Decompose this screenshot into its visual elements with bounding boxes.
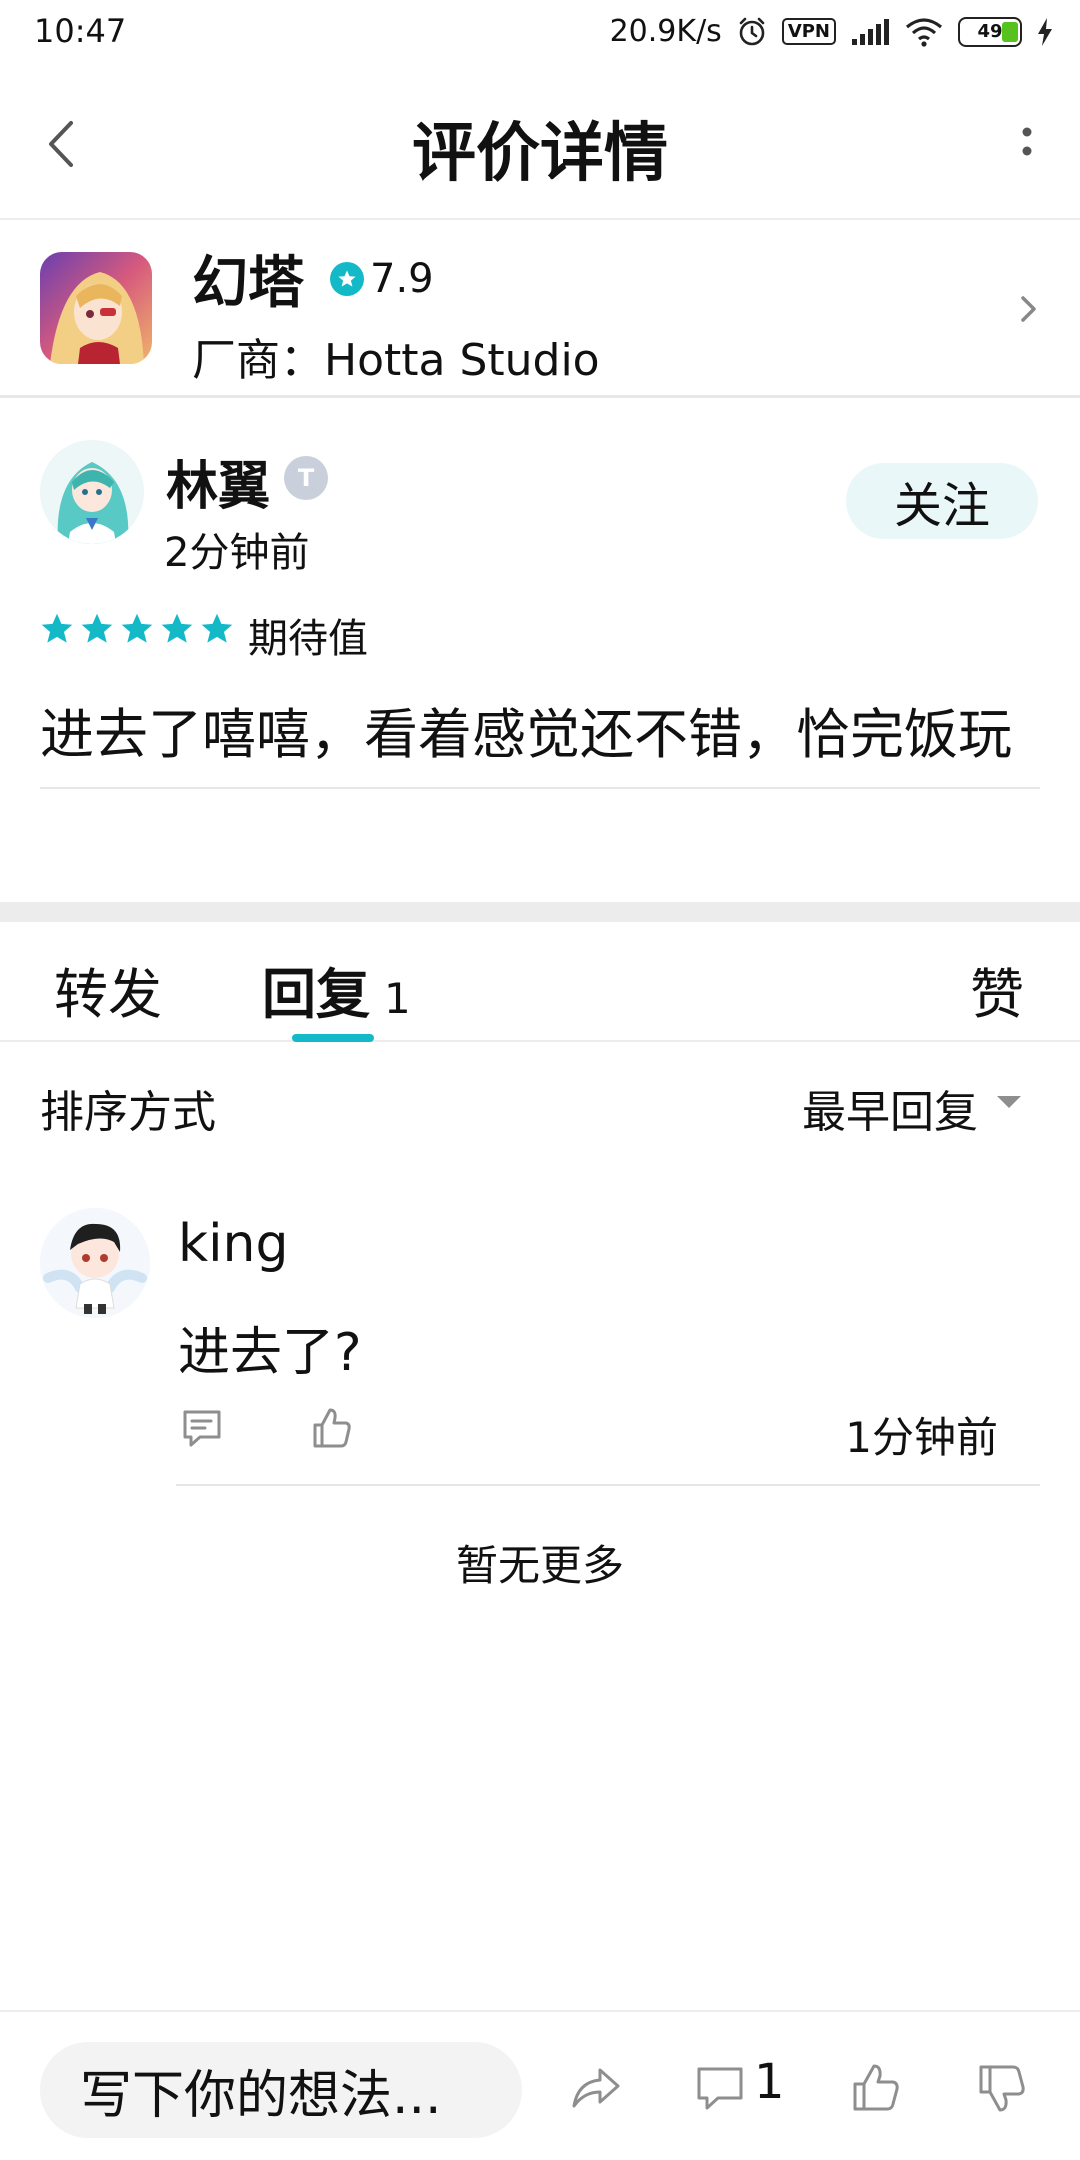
reviewer-avatar[interactable] [40,440,144,544]
status-bar: 10:47 20.9K/s VPN 49 [0,0,1080,64]
comment-icon[interactable] [180,1406,224,1450]
review-stars [40,612,234,646]
battery-icon: 49 [958,16,1022,47]
divider [176,1484,1040,1486]
thumbs-up-icon[interactable] [850,2062,902,2114]
top-app-bar: 评价详情 [0,64,1080,220]
star-tag: 期待值 [248,616,368,662]
star-icon [161,613,193,643]
review-time: 2分钟前 [164,530,310,576]
tab-reply-label: 回复 [262,963,370,1026]
app-rating: 7.9 [330,256,434,302]
star-icon [41,613,73,643]
tab-bar: 转发 回复 1 赞 [0,922,1080,1042]
charging-icon [1038,17,1052,46]
comment-icon[interactable] [694,2062,746,2114]
reply-time: 1分钟前 [845,1413,998,1462]
thumbs-down-icon[interactable] [976,2062,1028,2114]
network-speed: 20.9K/s [609,14,722,49]
rating-star-icon [330,262,364,296]
star-icon [121,613,153,643]
caret-down-icon[interactable] [994,1092,1024,1112]
vpn-icon: VPN [781,18,836,45]
no-more-label: 暂无更多 [455,1541,624,1590]
level-badge-icon: T [284,456,328,500]
reply-author[interactable]: king [178,1214,289,1274]
share-icon[interactable] [570,2062,622,2114]
page-title: 评价详情 [412,117,668,191]
battery-level: 49 [977,21,1003,42]
divider [40,787,1040,789]
app-card[interactable]: 幻塔 7.9 厂商：Hotta Studio [0,220,1080,398]
star-icon [201,613,233,643]
comment-count: 1 [754,2054,785,2110]
section-separator [0,902,1080,922]
status-icons: 20.9K/s VPN 49 [610,14,1054,49]
tab-repost[interactable]: 转发 [54,950,162,1029]
thumbs-up-icon[interactable] [310,1406,354,1450]
more-vertical-icon [1022,127,1032,156]
review-text: 进去了嘻嘻，看着感觉还不错，恰完饭玩 [40,703,1012,766]
reply-text: 进去了? [178,1323,362,1383]
sort-dropdown[interactable]: 最早回复 [802,1076,978,1140]
follow-button[interactable]: 关注 [846,463,1038,539]
compose-input[interactable]: 写下你的想法... [40,2042,522,2138]
wifi-icon [905,17,943,47]
reviewer-name[interactable]: 林翼 [166,444,270,519]
app-name: 幻塔 [192,251,304,316]
tab-active-indicator [292,1034,374,1042]
tab-reply-count: 1 [384,974,411,1023]
app-icon [40,252,152,364]
tab-like[interactable]: 赞 [970,950,1024,1029]
chevron-right-icon [1021,296,1036,322]
status-time: 10:47 [34,12,127,50]
more-options-button[interactable] [1002,114,1052,174]
tab-reply[interactable]: 回复 1 [262,950,411,1029]
alarm-icon [739,17,765,45]
star-icon [81,613,113,643]
reply-avatar[interactable] [40,1208,150,1318]
sort-label: 排序方式 [40,1087,216,1138]
app-vendor: 厂商：Hotta Studio [192,335,600,386]
rating-value: 7.9 [370,256,434,302]
bottom-action-bar: 写下你的想法... 1 [0,2010,1080,2160]
signal-icon [852,18,889,45]
